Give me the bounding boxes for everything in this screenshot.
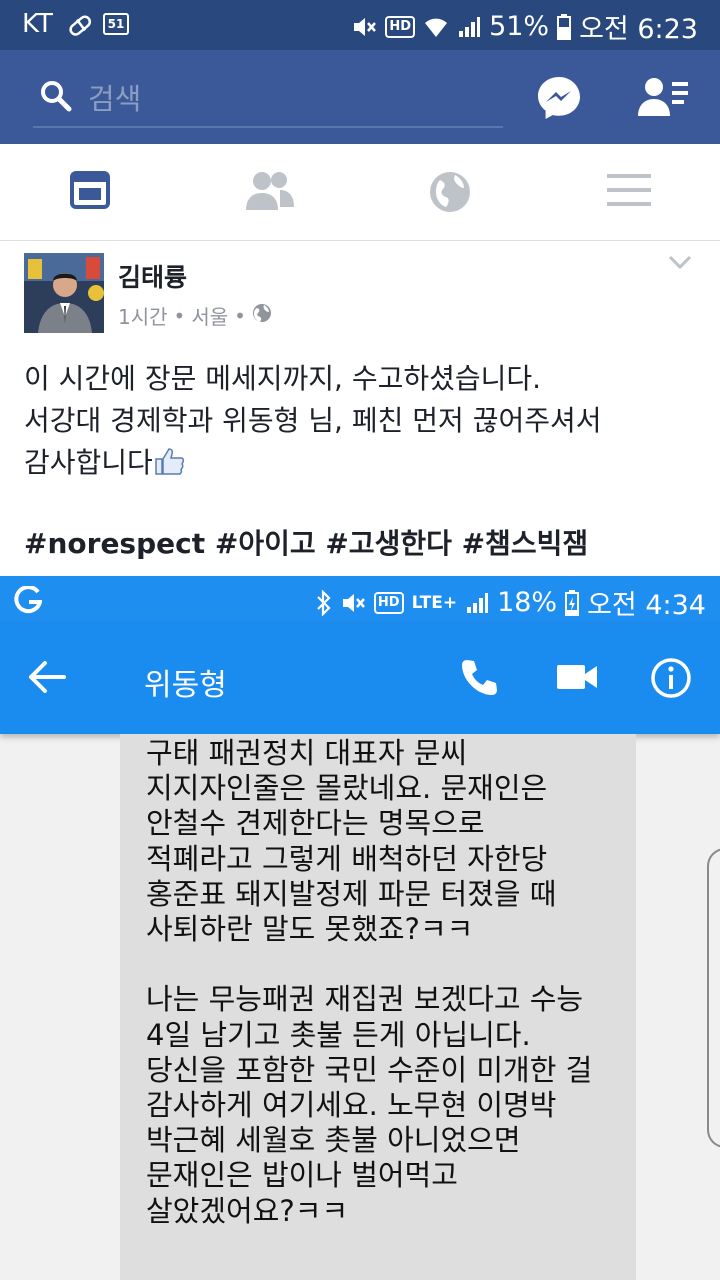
bluetooth-icon [316,589,332,616]
message-line: 박근혜 세월호 촛불 아니었으면 [146,1123,521,1158]
info-icon[interactable] [650,657,692,703]
screen-edge-handle [707,848,720,1148]
post-meta: 1시간 • 서울 • [118,301,272,330]
message-line: 지지자인줄은 몰랐네요. 문재인은 [146,771,548,806]
notifications-globe-icon[interactable] [428,170,472,218]
meta-separator: • [173,303,186,328]
message-line: 홍준표 돼지발정제 파문 터졌을 때 [146,876,557,911]
message-line: 문재인은 밥이나 벌어먹고 [146,1158,458,1193]
pill-icon [68,14,94,40]
mute-icon [340,591,366,615]
tab-bar [0,144,720,241]
message-line: 사퇴하란 말도 못했죠?ㅋㅋ [146,912,474,947]
wifi-icon [423,15,449,39]
clock: 오전 4:34 [587,590,706,621]
fb-header: 검색 [0,50,720,144]
meta-separator: • [234,303,246,328]
fb-status-bar: KT 51 HD 51% 오전 6:23 [0,0,720,50]
screenshot-status-bar: HD LTE+ 18% 오전 4:34 [0,576,720,624]
contact-name[interactable]: 위동형 [144,660,227,704]
network-type: LTE+ [411,592,458,613]
video-call-icon[interactable] [556,661,598,697]
post-author[interactable]: 김태륭 [118,258,187,294]
phone-call-icon[interactable] [458,657,500,703]
signal-icon [457,15,481,39]
status-indicators: HD 51% 오전 6:23 [351,7,698,46]
messenger-icon[interactable] [536,75,582,125]
post-hashtags[interactable]: #norespect #아이고 #고생한다 #챔스빅잼 [24,522,588,562]
news-feed-icon[interactable] [70,170,110,214]
post-location[interactable]: 서울 [191,301,228,330]
battery-percent: 18% [497,587,558,618]
signal-icon [465,591,489,615]
thumbs-up-icon [153,446,187,479]
message-line: 4일 남기고 촛불 든게 아닙니다. [146,1017,531,1052]
app-badge-icon: 51 [103,13,129,35]
mute-icon [351,15,377,39]
back-arrow-icon[interactable] [28,660,66,698]
carrier-label: KT [22,9,53,39]
friend-requests-icon[interactable] [638,76,690,120]
post-time[interactable]: 1시간 [118,301,168,330]
conversation-header: 위동형 [0,624,720,734]
menu-icon[interactable] [607,170,651,214]
chevron-down-icon[interactable] [668,254,692,274]
hd-voice-icon: HD [385,15,416,38]
post-line: 서강대 경제학과 위동형 님, 페친 먼저 끊어주셔서 [24,404,602,437]
post-line-text: 감사합니다 [24,446,153,479]
message-line: 당신을 포함한 국민 수준이 미개한 걸 [146,1052,593,1087]
feed-post: 김태륭 1시간 • 서울 • 이 시간에 장문 메세지까지, 수고하셨습니다. … [0,242,720,576]
clock: 오전 6:23 [579,14,698,45]
battery-charging-icon [565,589,580,616]
message-line: 나는 무능패권 재집권 보겠다고 수능 [146,982,584,1017]
message-line: 살았겠어요?ㅋㅋ [146,1193,349,1228]
search-input[interactable]: 검색 [88,76,141,118]
avatar[interactable] [24,253,104,333]
battery-percent: 51% [489,11,550,42]
post-line: 감사합니다 [24,442,704,484]
message-line: 감사하게 여기세요. 노무현 이명박 [146,1088,557,1123]
friends-icon[interactable] [244,170,296,214]
message-line: 적폐라고 그렇게 배척하던 자한당 [146,841,548,876]
post-body: 이 시간에 장문 메세지까지, 수고하셨습니다. 서강대 경제학과 위동형 님,… [24,358,704,484]
battery-icon [557,13,572,40]
message-line: 구태 패권정치 대표자 문씨 [146,736,468,770]
app-g-icon [14,585,43,618]
hd-voice-icon: HD [373,591,404,614]
embedded-screenshot: HD LTE+ 18% 오전 4:34 위동형 구태 패권정치 대표자 문씨 지… [0,576,720,1280]
post-line: 이 시간에 장문 메세지까지, 수고하셨습니다. [24,362,542,395]
message-text: 구태 패권정치 대표자 문씨 지지자인줄은 몰랐네요. 문재인은 안철수 견제한… [146,736,626,1229]
screenshot-status-indicators: HD LTE+ 18% 오전 4:34 [316,583,706,622]
message-line: 안철수 견제한다는 명목으로 [146,806,485,841]
search-underline [33,126,503,128]
public-globe-icon [252,303,272,328]
search-icon[interactable] [40,80,72,116]
